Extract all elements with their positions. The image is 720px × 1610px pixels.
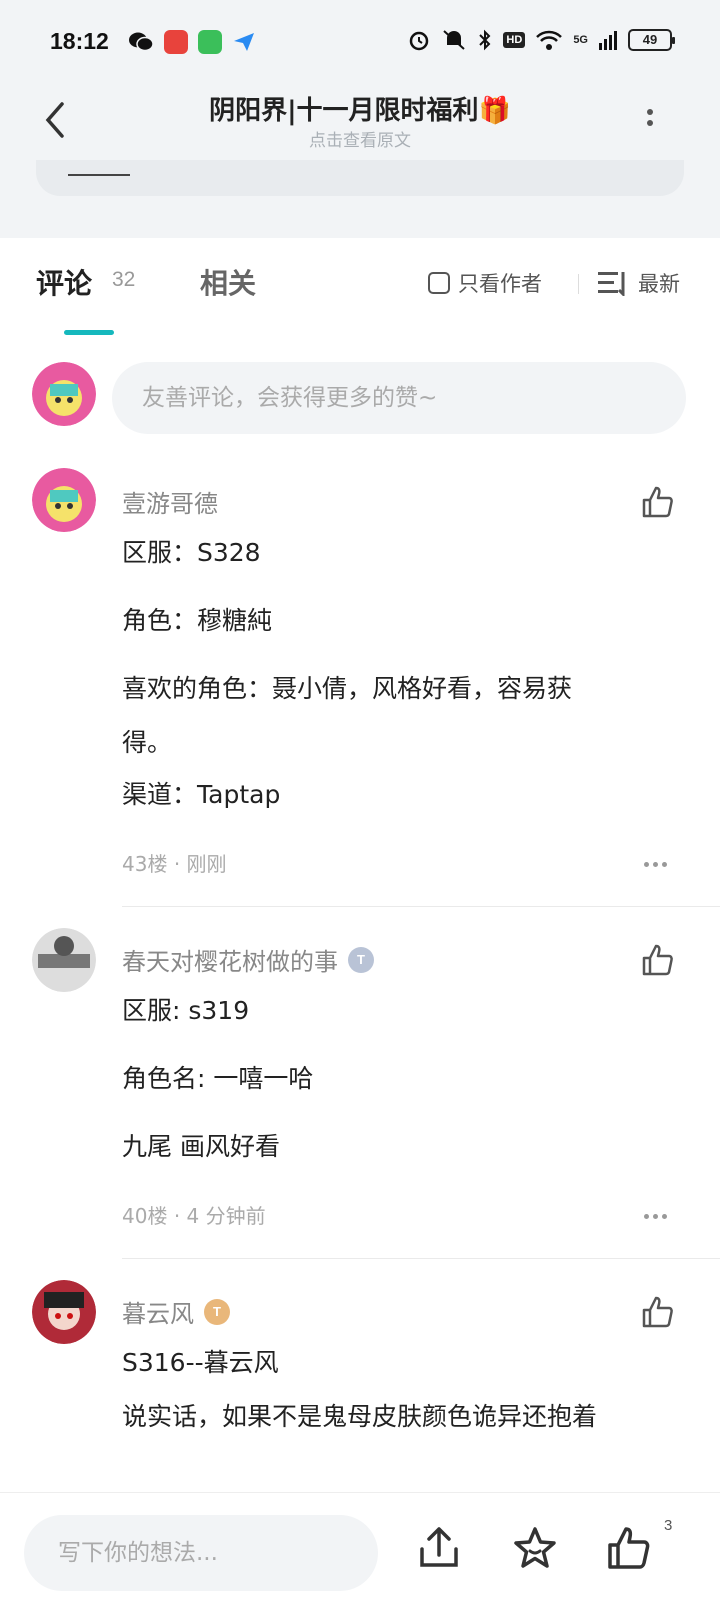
author-only-label: 只看作者 [458, 272, 542, 296]
divider [578, 274, 579, 294]
battery-indicator: 49 [628, 29, 675, 51]
view-original-link[interactable]: 点击查看原文 [0, 126, 720, 151]
more-menu-icon[interactable] [640, 104, 660, 140]
comment-text: 喜欢的角色：聂小倩，风格好看，容易获 [122, 674, 573, 703]
sort-label: 最新 [638, 272, 680, 296]
status-bar: 18:12 HD 5G 49 [0, 0, 720, 88]
comment-tabs: 评论 32 相关 只看作者 最新 [0, 238, 720, 335]
comment-text: 说实话，如果不是鬼母皮肤颜色诡异还抱着 [122, 1402, 598, 1431]
system-icons: HD 5G 49 [407, 28, 675, 52]
commenter-avatar[interactable] [32, 928, 96, 992]
comment-text: S316--暮云风 [122, 1348, 279, 1377]
level-badge: T [204, 1298, 230, 1325]
wechat-icon [129, 32, 154, 52]
tab-comments[interactable]: 评论 [36, 262, 92, 302]
bottom-action-bar: 写下你的想法... 3 [0, 1492, 720, 1610]
comment-text: 渠道：Taptap [122, 780, 281, 809]
like-icon[interactable] [606, 1525, 652, 1571]
app-notification-icon [164, 30, 188, 54]
commenter-avatar[interactable] [32, 468, 96, 532]
comments-count: 32 [112, 268, 136, 291]
commenter-name[interactable]: 壹游哥德 [122, 484, 218, 519]
author-only-toggle[interactable]: 只看作者 [428, 268, 542, 298]
current-user-avatar[interactable] [32, 362, 96, 426]
notification-icons [128, 30, 256, 54]
comment-input[interactable]: 友善评论，会获得更多的赞~ [112, 362, 686, 434]
commenter-name[interactable]: 暮云风 T [122, 1294, 230, 1329]
comment-time: 刚刚 [186, 852, 227, 876]
tab-related[interactable]: 相关 [200, 262, 256, 302]
comment-meta: 40楼 · 4 分钟前 [122, 1204, 266, 1228]
like-icon[interactable] [640, 942, 676, 978]
sort-button[interactable]: 最新 [598, 268, 680, 298]
status-time: 18:12 [50, 28, 109, 54]
commenter-name[interactable]: 春天对樱花树做的事 T [122, 942, 374, 977]
signal-icon [599, 31, 617, 50]
bluetooth-icon [479, 29, 491, 51]
post-card-remnant [36, 160, 684, 196]
comment-input-row: 友善评论，会获得更多的赞~ [0, 362, 720, 438]
comment-text: 角色名: 一嘻一哈 [122, 1064, 314, 1093]
comment-text: 九尾 画风好看 [122, 1132, 280, 1161]
write-comment-input[interactable]: 写下你的想法... [24, 1515, 378, 1591]
like-count: 3 [664, 1517, 673, 1534]
floor-number: 40楼 [122, 1204, 168, 1228]
message-icon [198, 30, 222, 54]
active-tab-indicator [64, 330, 114, 335]
sort-icon [598, 272, 625, 296]
like-icon[interactable] [640, 1294, 676, 1330]
comment-more-icon[interactable] [644, 862, 667, 867]
favorite-star-icon[interactable] [512, 1525, 558, 1571]
comment-text: 区服：S328 [122, 538, 261, 567]
comment-meta: 43楼 · 刚刚 [122, 852, 227, 876]
share-icon[interactable] [416, 1525, 462, 1571]
nav-bar: 阴阳界|十一月限时福利🎁 点击查看原文 [0, 88, 720, 168]
alarm-icon [410, 31, 429, 51]
mute-icon [443, 30, 466, 50]
comment-text: 区服: s319 [122, 996, 250, 1025]
comment-text: 角色：穆糖純 [122, 606, 273, 635]
comments-sheet: 评论 32 相关 只看作者 最新 友善评论，会获得更多的赞~ 壹游哥德 区服：S… [0, 238, 720, 1498]
like-icon[interactable] [640, 484, 676, 520]
floor-number: 43楼 [122, 852, 168, 876]
level-badge: T [348, 946, 374, 973]
network-type: 5G [573, 34, 588, 46]
comment-more-icon[interactable] [644, 1214, 667, 1219]
wifi-icon [536, 30, 563, 50]
divider [122, 1258, 720, 1259]
post-title[interactable]: 阴阳界|十一月限时福利🎁 [0, 90, 720, 127]
divider [122, 906, 720, 907]
comment-text: 得。 [122, 728, 173, 757]
commenter-avatar[interactable] [32, 1280, 96, 1344]
author-only-checkbox[interactable] [428, 272, 450, 294]
send-icon [234, 33, 254, 51]
hd-badge: HD [503, 32, 526, 48]
comment-time: 4 分钟前 [186, 1204, 266, 1228]
